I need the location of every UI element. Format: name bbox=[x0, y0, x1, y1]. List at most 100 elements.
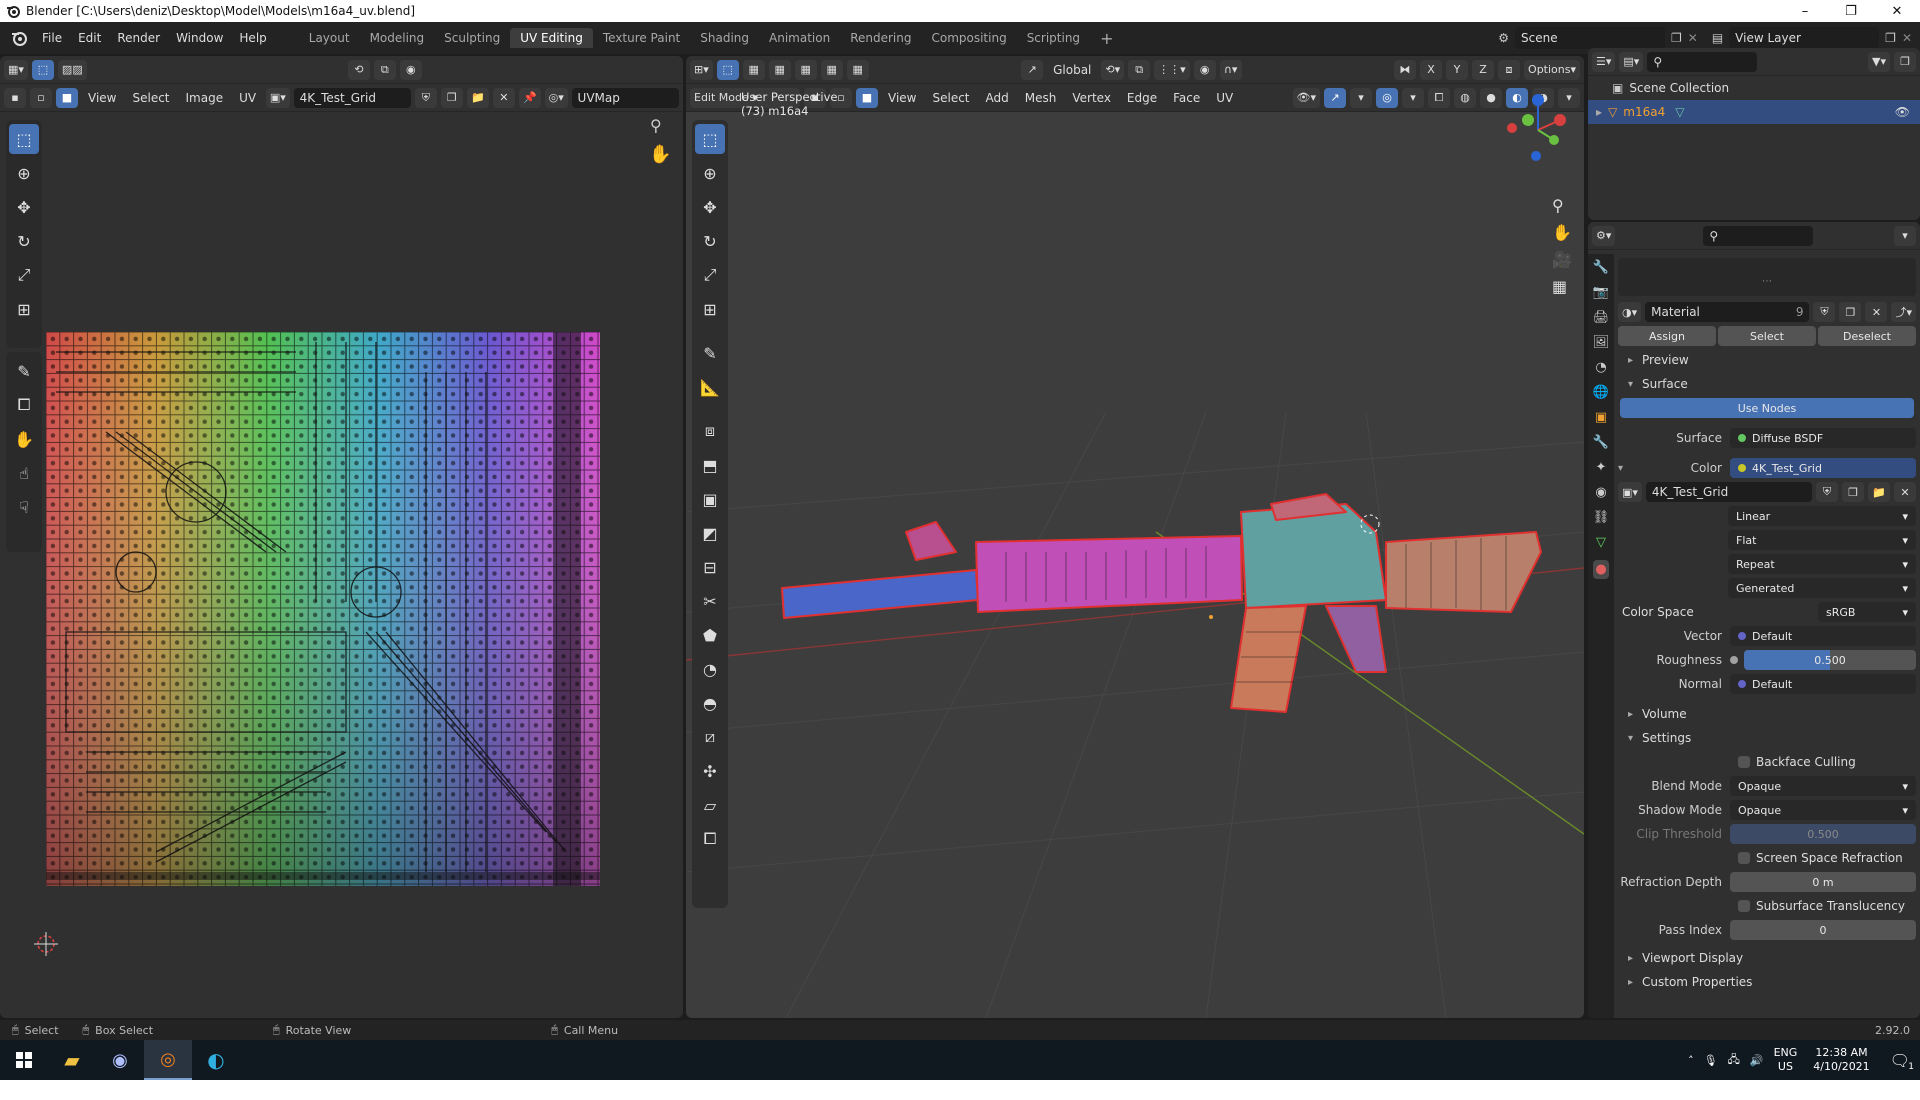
overlay-toggle-icon[interactable]: ◎ bbox=[1376, 87, 1398, 108]
select-mode-subtract-icon[interactable]: ▦ bbox=[794, 59, 817, 80]
viewport-menu-edge[interactable]: Edge bbox=[1121, 91, 1163, 105]
transform-tool-icon[interactable]: ⊞ bbox=[9, 294, 39, 324]
scene-selector[interactable]: Scene bbox=[1515, 27, 1665, 49]
loop-cut-tool-icon[interactable]: ⊟ bbox=[695, 552, 725, 582]
screen-space-refraction-checkbox[interactable] bbox=[1738, 852, 1750, 864]
uv-edge-mode-icon[interactable]: ▫ bbox=[30, 87, 52, 108]
scene-tab-icon[interactable]: ◔ bbox=[1595, 360, 1606, 375]
snap-target-icon[interactable]: ⋮⋮▾ bbox=[1154, 59, 1190, 80]
pinch-tool-icon[interactable]: ☟ bbox=[9, 492, 39, 522]
viewport-select-tool-icon[interactable]: ⬚ bbox=[716, 59, 739, 80]
image-texture-browse-icon[interactable]: ▣▾ bbox=[1618, 482, 1642, 502]
uv-sync-icon[interactable]: ▨▨ bbox=[57, 59, 87, 80]
projection-dropdown[interactable]: Flat ▾ bbox=[1728, 530, 1916, 550]
auto-merge-icon[interactable]: ⧈ bbox=[1498, 59, 1521, 80]
uv-vertex-mode-icon[interactable]: ▪ bbox=[4, 87, 26, 108]
blend-mode-dropdown[interactable]: Opaque ▾ bbox=[1730, 776, 1916, 796]
xray-icon[interactable]: ⧠ bbox=[1428, 87, 1450, 108]
image-browse-icon[interactable]: ▣▾ bbox=[266, 87, 290, 108]
render-tab-icon[interactable]: 📷 bbox=[1593, 285, 1609, 300]
tab-rendering[interactable]: Rendering bbox=[840, 28, 921, 48]
vp-select-box-tool-icon[interactable]: ⬚ bbox=[695, 124, 725, 154]
shear-tool-icon[interactable]: ▱ bbox=[695, 790, 725, 820]
scale-tool-icon[interactable]: ⤢ bbox=[9, 260, 39, 290]
backface-culling-checkbox[interactable] bbox=[1738, 756, 1750, 768]
close-button[interactable]: ✕ bbox=[1874, 4, 1920, 19]
falloff-icon[interactable]: ∩▾ bbox=[1219, 59, 1242, 80]
delete-view-layer-icon[interactable]: ✕ bbox=[1902, 31, 1912, 45]
spin-tool-icon[interactable]: ◔ bbox=[695, 654, 725, 684]
color-collapse-icon[interactable]: ▾ bbox=[1618, 463, 1630, 474]
windows-start-icon[interactable] bbox=[0, 1040, 48, 1080]
tab-animation[interactable]: Animation bbox=[759, 28, 840, 48]
tab-modeling[interactable]: Modeling bbox=[360, 28, 435, 48]
texture-unlink-icon[interactable]: ✕ bbox=[1894, 482, 1916, 502]
tray-expand-icon[interactable]: ˄ bbox=[1688, 1054, 1694, 1067]
outliner-search-input[interactable]: ⚲ bbox=[1647, 51, 1758, 72]
deselect-button[interactable]: Deselect bbox=[1818, 326, 1916, 346]
viewport-menu-vertex[interactable]: Vertex bbox=[1066, 91, 1117, 105]
backface-culling-row[interactable]: Backface Culling bbox=[1618, 750, 1916, 774]
subsurface-translucency-checkbox[interactable] bbox=[1738, 900, 1750, 912]
chat-app-icon[interactable]: ◉ bbox=[96, 1040, 144, 1080]
delete-scene-icon[interactable]: ✕ bbox=[1688, 31, 1698, 45]
annotate-tool-icon[interactable]: ✎ bbox=[9, 356, 39, 386]
tab-layout[interactable]: Layout bbox=[299, 28, 360, 48]
network-icon[interactable]: 🖧 bbox=[1728, 1051, 1740, 1070]
visibility-eye-icon[interactable]: 👁 bbox=[1895, 105, 1910, 119]
uv-menu-select[interactable]: Select bbox=[126, 91, 175, 105]
tab-texture-paint[interactable]: Texture Paint bbox=[593, 28, 690, 48]
snap-icon[interactable]: ⧉ bbox=[373, 59, 396, 80]
mirror-y-toggle[interactable]: Y bbox=[1446, 59, 1469, 80]
visibility-icon[interactable]: 👁▾ bbox=[1292, 87, 1320, 108]
viewport-scene[interactable] bbox=[686, 112, 1584, 1018]
maximize-button[interactable]: ❐ bbox=[1828, 4, 1874, 19]
rip-tool-icon[interactable]: ⧠ bbox=[9, 390, 39, 420]
mirror-x-toggle[interactable]: X bbox=[1420, 59, 1443, 80]
custom-properties-panel-header[interactable]: ▸ Custom Properties bbox=[1618, 970, 1916, 994]
mirror-z-toggle[interactable]: Z bbox=[1472, 59, 1495, 80]
vp-annotate-tool-icon[interactable]: ✎ bbox=[695, 338, 725, 368]
tool-tab-icon[interactable]: 🔧 bbox=[1593, 260, 1609, 275]
pass-index-field[interactable]: 0 bbox=[1730, 920, 1916, 940]
menu-help[interactable]: Help bbox=[231, 31, 274, 45]
viewport-menu-view[interactable]: View bbox=[882, 91, 922, 105]
wireframe-shading-icon[interactable]: ◍ bbox=[1454, 87, 1476, 108]
select-mode-set-icon[interactable]: ▦ bbox=[742, 59, 765, 80]
screen-space-refraction-row[interactable]: Screen Space Refraction bbox=[1618, 846, 1916, 870]
new-image-icon[interactable]: ❐ bbox=[440, 87, 463, 108]
assign-button[interactable]: Assign bbox=[1618, 326, 1716, 346]
surface-shader-field[interactable]: Diffuse BSDF bbox=[1730, 428, 1916, 448]
grab-tool-icon[interactable]: ✋ bbox=[9, 424, 39, 454]
texture-open-icon[interactable]: 📁 bbox=[1868, 482, 1890, 502]
face-select-icon[interactable]: ■ bbox=[856, 87, 878, 108]
editor-type-button[interactable]: ▦▾ bbox=[4, 59, 28, 80]
inset-tool-icon[interactable]: ▣ bbox=[695, 484, 725, 514]
move-tool-icon[interactable]: ✥ bbox=[9, 192, 39, 222]
add-workspace-button[interactable]: + bbox=[1090, 26, 1123, 51]
material-new-icon[interactable]: ❐ bbox=[1839, 302, 1862, 322]
proportional-icon[interactable]: ◉ bbox=[1193, 59, 1216, 80]
file-explorer-icon[interactable]: ▰ bbox=[48, 1040, 96, 1080]
physics-tab-icon[interactable]: ◉ bbox=[1595, 485, 1606, 500]
viewport-editor-type-button[interactable]: ⊞▾ bbox=[690, 59, 713, 80]
new-collection-icon[interactable]: ❐ bbox=[1894, 51, 1916, 72]
2d-cursor-icon[interactable] bbox=[34, 932, 58, 956]
uv-texture-canvas[interactable] bbox=[46, 332, 600, 886]
vp-scale-tool-icon[interactable]: ⤢ bbox=[695, 260, 725, 290]
clock[interactable]: 12:38 AM 4/10/2021 bbox=[1813, 1046, 1869, 1074]
knife-tool-icon[interactable]: ✂ bbox=[695, 586, 725, 616]
tab-scripting[interactable]: Scripting bbox=[1017, 28, 1090, 48]
uv-select-mode-icon[interactable]: ⬚ bbox=[31, 59, 54, 80]
bevel-tool-icon[interactable]: ◩ bbox=[695, 518, 725, 548]
menu-window[interactable]: Window bbox=[168, 31, 231, 45]
open-image-icon[interactable]: 📁 bbox=[466, 87, 489, 108]
scene-collection-row[interactable]: ▣ Scene Collection bbox=[1588, 76, 1920, 100]
vp-transform-tool-icon[interactable]: ⊞ bbox=[695, 294, 725, 324]
select-box-tool-icon[interactable]: ⬚ bbox=[9, 124, 39, 154]
language-indicator[interactable]: ENG US bbox=[1774, 1046, 1798, 1074]
view-layer-selector[interactable]: View Layer bbox=[1729, 27, 1880, 49]
material-slot-list[interactable]: ⋯ bbox=[1618, 258, 1916, 296]
uv-menu-uv[interactable]: UV bbox=[233, 91, 262, 105]
relax-tool-icon[interactable]: ☝ bbox=[9, 458, 39, 488]
